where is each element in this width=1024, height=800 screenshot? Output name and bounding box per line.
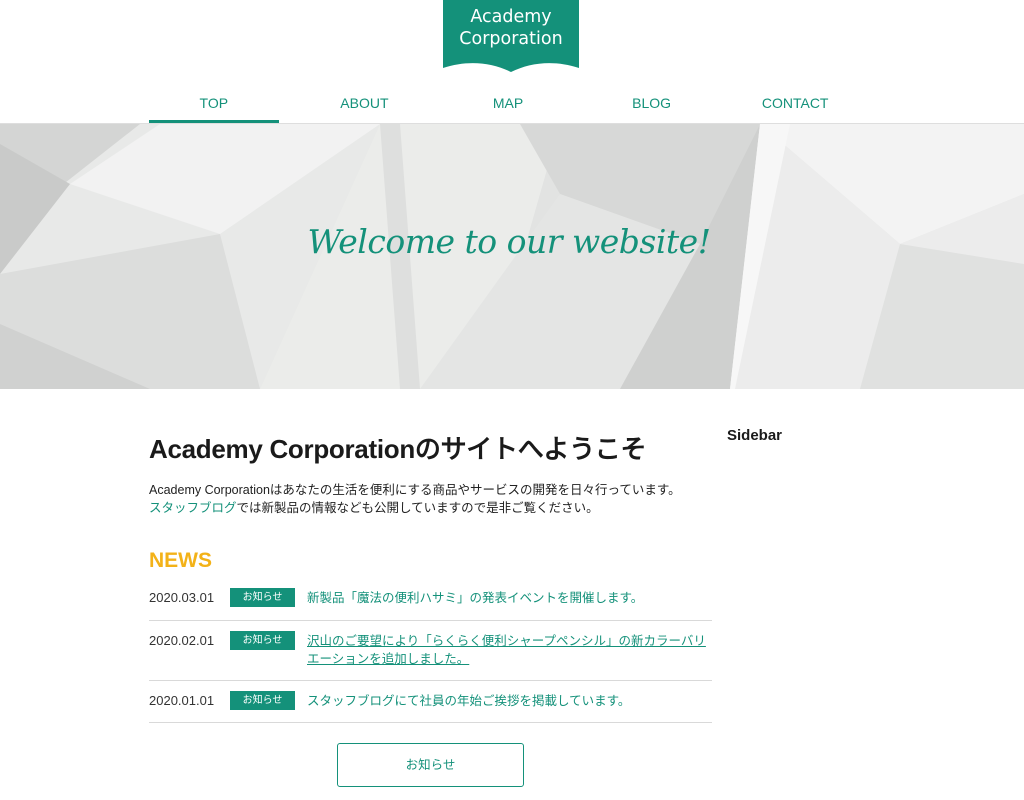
site-logo[interactable]: Academy Corporation [443, 0, 579, 74]
news-heading: NEWS [149, 549, 212, 572]
news-date: 2020.02.01 [149, 633, 215, 648]
intro-paragraph: Academy Corporationはあなたの生活を便利にする商品やサービスの… [149, 481, 712, 517]
nav-item-blog[interactable]: BLOG [580, 82, 724, 124]
main-nav: TOP ABOUT MAP BLOG CONTACT [149, 82, 867, 124]
sidebar-title: Sidebar [727, 427, 783, 444]
news-category-badge: お知らせ [230, 588, 295, 607]
nav-item-contact[interactable]: CONTACT [723, 82, 867, 124]
news-date: 2020.01.01 [149, 693, 215, 708]
logo-line-1: Academy [470, 7, 552, 27]
logo-line-2: Corporation [459, 29, 563, 49]
nav-item-top[interactable]: TOP [149, 82, 293, 124]
page-title: Academy Corporationのサイトへようこそ [149, 434, 647, 464]
main-content: Academy Corporationのサイトへようこそ Academy Cor… [149, 389, 712, 800]
nav-item-about[interactable]: ABOUT [293, 82, 437, 124]
news-list: 2020.03.01 お知らせ 新製品「魔法の便利ハサミ」の発表イベントを開催し… [149, 579, 712, 723]
news-link[interactable]: 新製品「魔法の便利ハサミ」の発表イベントを開催します。 [307, 589, 707, 607]
logo-text: Academy Corporation [443, 6, 579, 50]
news-more-button[interactable]: お知らせ [337, 743, 524, 787]
news-link[interactable]: 沢山のご要望により「らくらく便利シャープペンシル」の新カラーバリエーションを追加… [307, 632, 707, 668]
news-item: 2020.02.01 お知らせ 沢山のご要望により「らくらく便利シャープペンシル… [149, 621, 712, 681]
news-item: 2020.01.01 お知らせ スタッフブログにて社員の年始ご挨拶を掲載していま… [149, 681, 712, 723]
staff-blog-link[interactable]: スタッフブログ [149, 501, 237, 515]
news-category-badge: お知らせ [230, 631, 295, 650]
hero-title: Welcome to our website! [307, 222, 711, 261]
news-date: 2020.03.01 [149, 590, 215, 605]
news-link[interactable]: スタッフブログにて社員の年始ご挨拶を掲載しています。 [307, 692, 707, 710]
intro-line-1: Academy Corporationはあなたの生活を便利にする商品やサービスの… [149, 483, 681, 497]
hero-banner: Welcome to our website! [0, 124, 1024, 389]
news-item: 2020.03.01 お知らせ 新製品「魔法の便利ハサミ」の発表イベントを開催し… [149, 579, 712, 621]
nav-item-map[interactable]: MAP [436, 82, 580, 124]
news-category-badge: お知らせ [230, 691, 295, 710]
intro-line-2: では新製品の情報なども公開していますので是非ご覧ください。 [236, 501, 599, 515]
site-header: Academy Corporation TOP ABOUT MAP BLOG C… [0, 0, 1024, 124]
